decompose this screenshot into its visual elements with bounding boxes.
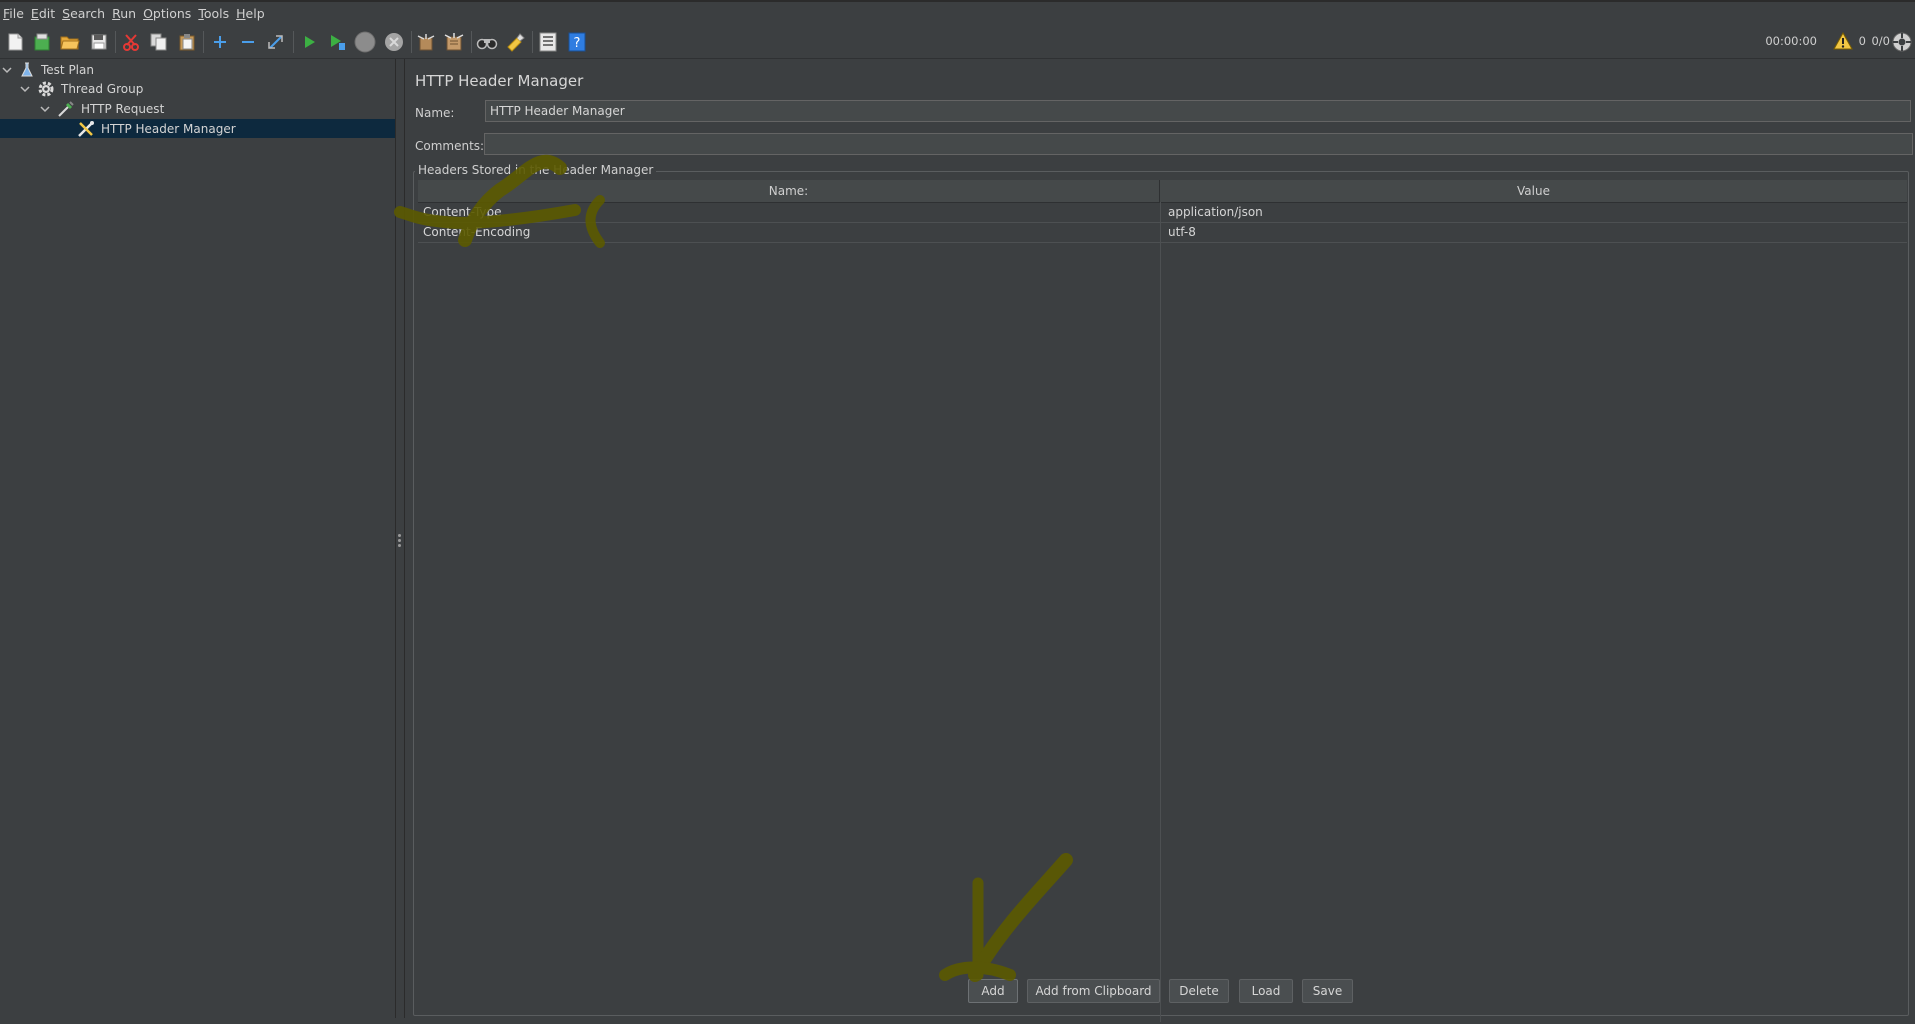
flask-icon [18, 61, 36, 79]
copy-icon[interactable] [148, 31, 170, 53]
tree-item-http-header-manager[interactable]: HTTP Header Manager [0, 119, 395, 138]
tree-item-label: Thread Group [61, 81, 144, 96]
column-header-value[interactable]: Value [1160, 180, 1907, 202]
start-no-pauses-icon[interactable] [326, 31, 348, 53]
menu-run[interactable]: Run [109, 6, 140, 21]
table-row[interactable]: Content-Encoding utf-8 [418, 222, 1907, 243]
comments-field[interactable] [484, 133, 1913, 155]
templates-icon[interactable] [31, 31, 53, 53]
page-title: HTTP Header Manager [415, 72, 584, 90]
toolbar-separator [471, 31, 472, 53]
function-helper-icon[interactable] [537, 31, 559, 53]
toolbar-separator [115, 31, 116, 53]
expand-icon[interactable] [209, 31, 231, 53]
toolbar-separator [293, 31, 294, 53]
header-value-cell[interactable]: utf-8 [1168, 225, 1196, 239]
toolbar-separator [532, 31, 533, 53]
shutdown-icon[interactable] [383, 31, 405, 53]
paste-icon[interactable] [176, 31, 198, 53]
tree-item-label: HTTP Request [81, 101, 165, 116]
clear-all-icon[interactable] [443, 31, 465, 53]
header-value-cell[interactable]: application/json [1168, 205, 1263, 219]
toggle-icon[interactable] [265, 31, 287, 53]
reset-search-icon[interactable] [504, 31, 526, 53]
clear-icon[interactable] [415, 31, 437, 53]
tools-icon [77, 120, 95, 138]
active-threads: 0/0 [1871, 34, 1890, 48]
collapse-icon[interactable] [237, 31, 259, 53]
search-icon[interactable] [476, 31, 498, 53]
table-header: Name: Value [418, 180, 1907, 203]
header-name-cell[interactable]: Content-Encoding [423, 225, 530, 239]
add-button[interactable]: Add [968, 979, 1018, 1003]
load-button[interactable]: Load [1239, 979, 1293, 1003]
cut-icon[interactable] [120, 31, 142, 53]
remote-engines-icon[interactable] [1891, 31, 1913, 56]
menu-help[interactable]: Help [233, 6, 269, 21]
svg-text:?: ? [574, 36, 581, 51]
name-field[interactable] [485, 100, 1911, 122]
tree-item-http-request[interactable]: HTTP Request [0, 99, 395, 118]
divider-grip-icon [398, 534, 401, 549]
warning-icon[interactable] [1833, 31, 1853, 53]
toolbar-separator [203, 31, 204, 53]
menu-edit[interactable]: Edit [28, 6, 59, 21]
chevron-down-icon[interactable] [39, 103, 51, 115]
gear-icon [37, 80, 55, 98]
header-manager-panel: HTTP Header Manager Name: Comments: Head… [405, 59, 1915, 1022]
tree-item-label: Test Plan [41, 62, 94, 77]
column-divider [1160, 202, 1161, 1022]
toolbar-separator [411, 31, 412, 53]
open-icon[interactable] [59, 31, 81, 53]
new-icon[interactable] [4, 31, 26, 53]
error-count: 0 [1858, 34, 1866, 48]
help-icon[interactable]: ? [566, 31, 588, 53]
tree-item-thread-group[interactable]: Thread Group [0, 79, 395, 98]
name-label: Name: [415, 106, 455, 120]
menu-file[interactable]: File [0, 6, 28, 21]
column-header-name[interactable]: Name: [418, 180, 1160, 202]
header-name-cell[interactable]: Content-Type [423, 205, 502, 219]
headers-table: Content-Type application/json Content-En… [418, 202, 1907, 1024]
button-bar: Add Add from Clipboard Delete Load Save [405, 979, 1915, 1003]
tree-item-test-plan[interactable]: Test Plan [0, 60, 395, 79]
split-pane-divider[interactable] [396, 59, 405, 1018]
delete-button[interactable]: Delete [1169, 979, 1229, 1003]
tree-item-label: HTTP Header Manager [101, 121, 236, 136]
menu-bar: File Edit Search Run Options Tools Help [0, 2, 1915, 24]
save-button[interactable]: Save [1302, 979, 1353, 1003]
elapsed-time: 00:00:00 [1765, 34, 1817, 48]
start-icon[interactable] [298, 31, 320, 53]
table-row[interactable]: Content-Type application/json [418, 202, 1907, 223]
save-icon[interactable] [88, 31, 110, 53]
menu-search[interactable]: Search [59, 6, 109, 21]
chevron-down-icon[interactable] [1, 64, 13, 76]
chevron-down-icon[interactable] [19, 83, 31, 95]
menu-tools[interactable]: Tools [195, 6, 233, 21]
add-from-clipboard-button[interactable]: Add from Clipboard [1027, 979, 1160, 1003]
stop-icon[interactable] [354, 31, 376, 53]
comments-label: Comments: [415, 139, 485, 153]
headers-group-title: Headers Stored in the Header Manager [415, 163, 657, 177]
menu-options[interactable]: Options [140, 6, 195, 21]
test-plan-tree: Test Plan Thread Group HTTP Request HTTP… [0, 59, 396, 1018]
pipette-icon [57, 100, 75, 118]
toolbar: ? 00:00:00 0 0/0 [0, 24, 1915, 59]
